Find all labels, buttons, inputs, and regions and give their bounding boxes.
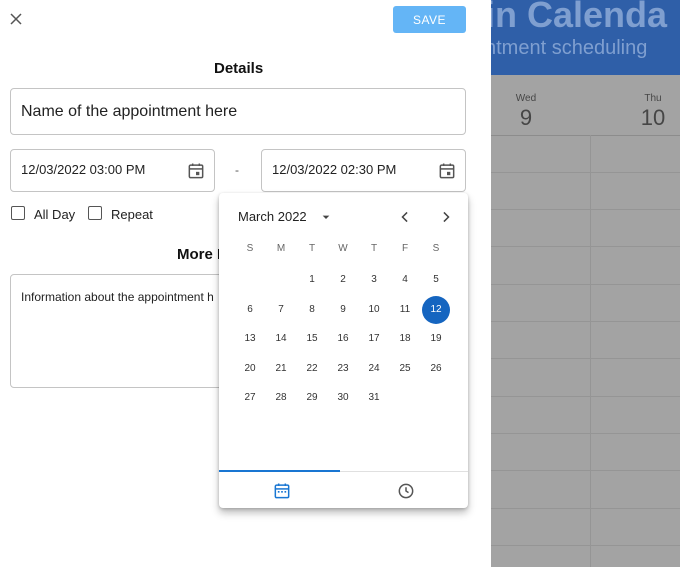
day-cell[interactable]: 17: [360, 325, 388, 353]
day-number: 10: [640, 105, 666, 130]
day-cell[interactable]: 14: [267, 325, 295, 353]
weekday-label: M: [276, 243, 286, 254]
details-title: Details: [214, 60, 264, 77]
background-grid: [491, 135, 680, 567]
weekday-label: S: [432, 243, 440, 254]
day-cell[interactable]: 25: [391, 355, 419, 383]
day-cell[interactable]: 26: [422, 355, 450, 383]
date-separator: -: [235, 163, 239, 177]
weekday-label: F: [401, 243, 409, 254]
all-day-label: All Day: [34, 207, 76, 222]
grid-line: [491, 284, 680, 285]
day-cell[interactable]: 20: [236, 355, 264, 383]
day-cell[interactable]: 4: [391, 266, 419, 294]
day-cell[interactable]: 1: [298, 266, 326, 294]
save-button[interactable]: SAVE: [393, 6, 466, 33]
date-picker-popup: March 2022 SMTWTFS 1 2 3 4 5 6 7 8 9 10 11 12 13 14 15…: [219, 193, 468, 508]
day-cell[interactable]: 31: [360, 384, 388, 412]
end-date-field[interactable]: [261, 149, 466, 192]
day-name: Thu: [644, 93, 662, 104]
day-cell[interactable]: 8: [298, 296, 326, 324]
day-name: Wed: [515, 93, 537, 104]
grid-line: [491, 470, 680, 471]
day-cell[interactable]: 13: [236, 325, 264, 353]
day-cell[interactable]: 29: [298, 384, 326, 412]
day-cell[interactable]: 30: [329, 384, 357, 412]
close-icon[interactable]: [6, 9, 26, 29]
grid-line: [491, 246, 680, 247]
end-datetime-input[interactable]: [272, 162, 432, 177]
appointment-name-input[interactable]: [10, 88, 466, 135]
tab-indicator: [219, 470, 340, 472]
grid-line: [491, 545, 680, 546]
day-cell[interactable]: 27: [236, 384, 264, 412]
day-cell[interactable]: 23: [329, 355, 357, 383]
chevron-left-icon[interactable]: [395, 207, 415, 227]
grid-line: [491, 358, 680, 359]
day-cell[interactable]: 19: [422, 325, 450, 353]
day-cell[interactable]: 2: [329, 266, 357, 294]
day-cell[interactable]: 22: [298, 355, 326, 383]
day-cell[interactable]: 16: [329, 325, 357, 353]
grid-line: [491, 321, 680, 322]
weekday-label: T: [370, 243, 378, 254]
day-cell[interactable]: 15: [298, 325, 326, 353]
repeat-label: Repeat: [111, 207, 153, 222]
start-datetime-input[interactable]: [21, 162, 181, 177]
background-subtitle: ntment scheduling: [491, 37, 648, 59]
grid-line: [491, 508, 680, 509]
start-date-field[interactable]: [10, 149, 215, 192]
day-cell[interactable]: 18: [391, 325, 419, 353]
background-calendar: in Calenda ntment scheduling Wed 9 Thu 1…: [491, 0, 680, 567]
all-day-checkbox[interactable]: [11, 206, 25, 220]
selected-day[interactable]: 12: [422, 296, 450, 324]
background-header: in Calenda ntment scheduling: [491, 0, 680, 75]
chevron-right-icon[interactable]: [436, 207, 456, 227]
grid-line: [491, 433, 680, 434]
day-cell[interactable]: 11: [391, 296, 419, 324]
weekday-label: T: [308, 243, 316, 254]
grid-line: [491, 396, 680, 397]
grid-line: [491, 209, 680, 210]
calendar-icon[interactable]: [186, 161, 206, 181]
day-cell[interactable]: 24: [360, 355, 388, 383]
weekday-label: W: [338, 243, 348, 254]
calendar-tab-icon[interactable]: [272, 481, 292, 501]
weekday-label: S: [246, 243, 254, 254]
day-header-wed: Wed 9: [511, 93, 541, 131]
day-cell[interactable]: 9: [329, 296, 357, 324]
day-header-thu: Thu 10: [638, 93, 668, 131]
calendar-icon[interactable]: [437, 161, 457, 181]
more-info-title: More I: [177, 246, 222, 263]
grid-line: [491, 172, 680, 173]
day-number: 9: [519, 105, 533, 130]
grid-divider: [590, 135, 591, 567]
clock-icon[interactable]: [396, 481, 416, 501]
day-cell[interactable]: 21: [267, 355, 295, 383]
day-cell[interactable]: 28: [267, 384, 295, 412]
dropdown-arrow-icon[interactable]: [318, 209, 334, 225]
day-cell[interactable]: 7: [267, 296, 295, 324]
day-cell[interactable]: 5: [422, 266, 450, 294]
day-cell[interactable]: 10: [360, 296, 388, 324]
day-cell[interactable]: 6: [236, 296, 264, 324]
background-title: in Calenda: [491, 0, 668, 35]
repeat-checkbox[interactable]: [88, 206, 102, 220]
day-cell[interactable]: 3: [360, 266, 388, 294]
month-year-label[interactable]: March 2022: [238, 209, 307, 224]
